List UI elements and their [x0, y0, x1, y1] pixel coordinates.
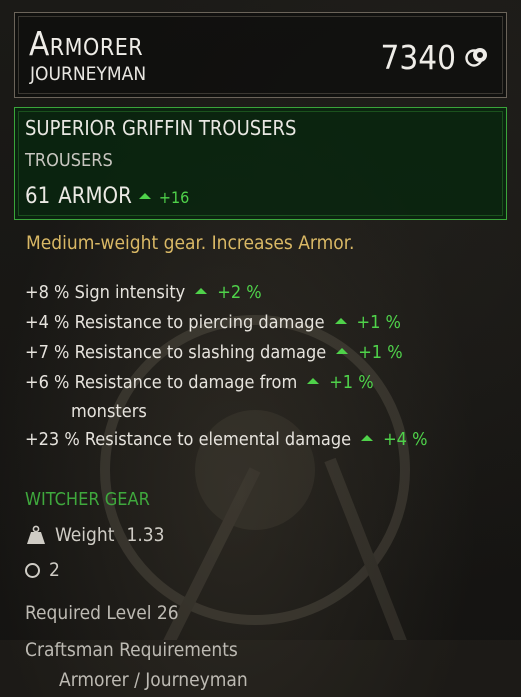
- item-price: 7340: [380, 38, 456, 77]
- armor-label: ARMOR: [58, 184, 132, 209]
- increase-arrow-icon: [307, 378, 320, 384]
- stat-delta: +1 %: [329, 372, 374, 393]
- stat-row: +8 % Sign intensity +2 %: [25, 284, 262, 302]
- gear-set-label: WITCHER GEAR: [25, 489, 150, 510]
- stat-value: +8 %: [25, 282, 70, 303]
- stat-delta: +4 %: [383, 429, 428, 450]
- stat-label: Resistance to piercing damage: [74, 312, 325, 333]
- item-name: SUPERIOR GRIFFIN TROUSERS: [25, 116, 297, 140]
- craftsman-name: Armorer: [29, 24, 144, 63]
- stat-value: +6 %: [25, 372, 70, 393]
- craftsman-requirements-title: Craftsman Requirements: [25, 639, 238, 661]
- stat-row: +7 % Resistance to slashing damage +1 %: [25, 344, 403, 362]
- stat-delta: +2 %: [217, 282, 262, 303]
- weight-icon: [27, 525, 45, 544]
- required-level: Required Level 26: [25, 602, 179, 624]
- stat-label: Resistance to elemental damage: [84, 429, 352, 450]
- stat-label: Resistance to slashing damage: [74, 342, 327, 363]
- item-panel: SUPERIOR GRIFFIN TROUSERS TROUSERS 61 AR…: [14, 107, 507, 220]
- craftsman-header: Armorer Journeyman 7340: [14, 12, 507, 98]
- stat-value: +23 %: [25, 429, 80, 450]
- slots-value: 2: [49, 559, 60, 581]
- stat-delta: +1 %: [356, 312, 401, 333]
- slot-circle-icon: [25, 563, 40, 578]
- increase-arrow-icon: [195, 288, 208, 294]
- item-description: Medium-weight gear. Increases Armor.: [26, 232, 355, 254]
- stat-delta: +1 %: [358, 342, 403, 363]
- craftsman-requirements-value: Armorer / Journeyman: [59, 669, 248, 691]
- stat-label: Resistance to damage from: [74, 372, 298, 393]
- slots-row: 2: [25, 561, 60, 580]
- weight-row: Weight 1.33: [25, 525, 165, 545]
- armor-delta: +16: [158, 188, 190, 207]
- increase-arrow-icon: [361, 435, 374, 441]
- increase-arrow-icon: [334, 318, 347, 324]
- crowns-coin-icon: [465, 48, 487, 67]
- increase-arrow-icon: [138, 193, 151, 199]
- stat-value: +7 %: [25, 342, 70, 363]
- item-type: TROUSERS: [25, 150, 113, 171]
- increase-arrow-icon: [336, 348, 349, 354]
- stat-label-continuation: monsters: [71, 401, 147, 422]
- stat-row: +6 % Resistance to damage from +1 % monst…: [25, 372, 374, 421]
- craftsman-level: Journeyman: [30, 63, 147, 85]
- stat-row: +23 % Resistance to elemental damage +4 %: [25, 431, 428, 449]
- stat-row: +4 % Resistance to piercing damage +1 %: [25, 314, 401, 332]
- weight-value: 1.33: [126, 523, 165, 546]
- armor-row: 61 ARMOR +16: [25, 186, 189, 208]
- stat-label: Sign intensity: [74, 282, 186, 303]
- stat-value: +4 %: [25, 312, 70, 333]
- armor-value: 61: [25, 184, 51, 209]
- weight-label: Weight: [55, 523, 115, 546]
